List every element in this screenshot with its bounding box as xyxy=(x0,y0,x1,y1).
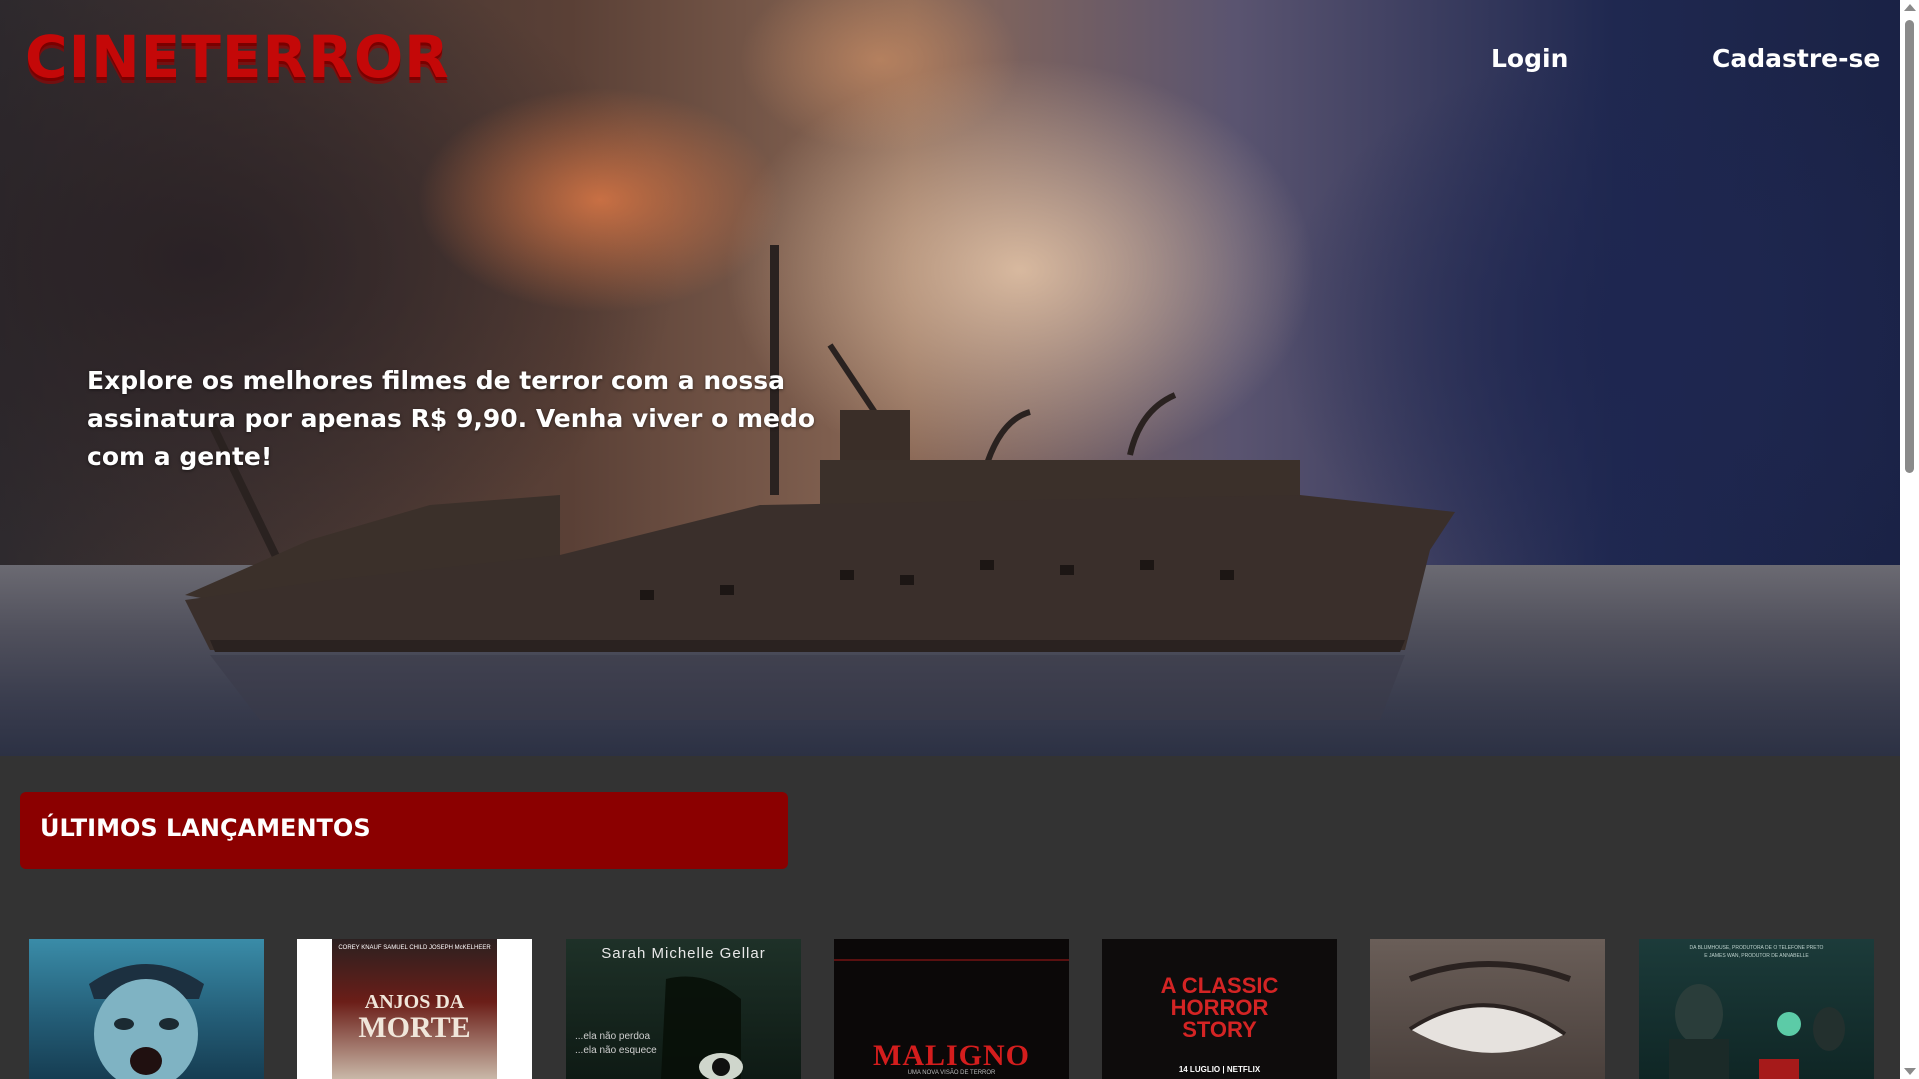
poster-anjos-da-morte[interactable]: COREY KNAUF SAMUEL CHILD JOSEPH McKELHEE… xyxy=(297,939,532,1079)
poster-telefone-preto[interactable]: DA BLUMHOUSE, PRODUTORA DE O TELEFONE PR… xyxy=(1639,939,1874,1079)
grudge-eye-art xyxy=(661,976,743,1079)
zombie-officer-art xyxy=(89,964,204,1079)
page: CINETERROR Login Cadastre-se Explore os … xyxy=(0,0,1919,1079)
signup-link[interactable]: Cadastre-se xyxy=(1712,46,1880,71)
maligno-credit-line xyxy=(834,959,1069,961)
poster-title-line2: MORTE xyxy=(358,1011,471,1044)
hero-tagline: Explore os melhores filmes de terror com… xyxy=(87,366,816,471)
poster-title-line3: STORY xyxy=(1182,1017,1257,1042)
poster-maligno[interactable]: MALIGNO UMA NOVA VISÃO DE TERROR xyxy=(834,939,1069,1079)
white-eye-art xyxy=(1408,961,1572,1053)
scrollbar-thumb[interactable] xyxy=(1905,20,1914,473)
poster-white-eye[interactable] xyxy=(1370,939,1605,1079)
poster-cast: COREY KNAUF SAMUEL CHILD JOSEPH McKELHEE… xyxy=(338,945,491,951)
login-link[interactable]: Login xyxy=(1491,46,1568,71)
poster-subtitle: UMA NOVA VISÃO DE TERROR xyxy=(907,1070,996,1076)
latest-releases-banner: ÚLTIMOS LANÇAMENTOS xyxy=(20,792,788,869)
hero-section: CINETERROR Login Cadastre-se Explore os … xyxy=(0,0,1900,756)
vertical-scrollbar[interactable] xyxy=(1900,0,1919,1079)
section-title: ÚLTIMOS LANÇAMENTOS xyxy=(40,814,371,842)
poster-a-classic-horror-story[interactable]: A CLASSIC HORROR STORY 14 LUGLIO | NETFL… xyxy=(1102,939,1337,1079)
logo[interactable]: CINETERROR xyxy=(25,28,450,86)
telefone-preto-art xyxy=(1669,984,1845,1079)
poster-the-grudge[interactable]: Sarah Michelle Gellar ...ela não perdoa … xyxy=(566,939,801,1079)
poster-row: COREY KNAUF SAMUEL CHILD JOSEPH McKELHEE… xyxy=(29,939,1879,1079)
poster-release: 14 LUGLIO | NETFLIX xyxy=(1178,1065,1261,1074)
scroll-down-arrow-icon[interactable] xyxy=(1904,1068,1916,1075)
poster-title: MALIGNO xyxy=(873,1039,1030,1072)
scroll-up-arrow-icon[interactable] xyxy=(1904,4,1916,11)
poster-zombie-officer[interactable] xyxy=(29,939,264,1079)
